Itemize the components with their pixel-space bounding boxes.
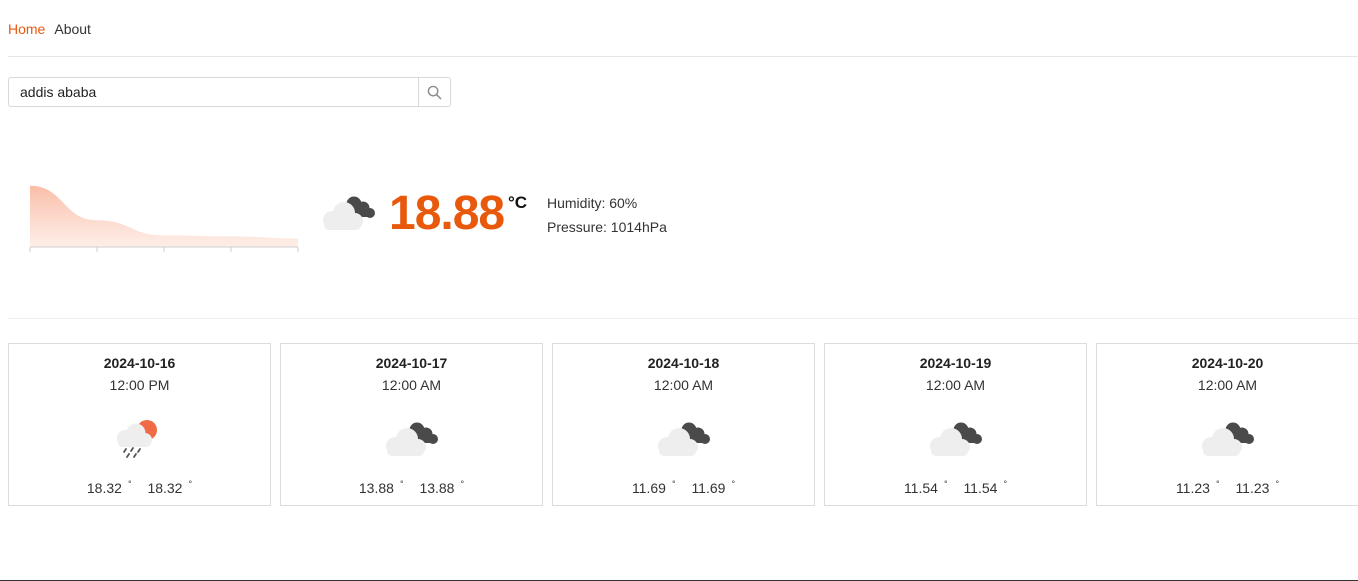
forecast-time: 12:00 AM xyxy=(653,377,714,393)
cloudy-icon xyxy=(1201,422,1254,456)
forecast-list: 2024-10-16 12:00 PM 18.32 ° 18.32 ° 2024… xyxy=(8,343,1358,506)
forecast-card[interactable]: 2024-10-18 12:00 AM 11.69 ° 11.69 ° xyxy=(552,343,815,506)
forecast-time: 12:00 AM xyxy=(1197,377,1258,393)
cloudy-icon xyxy=(323,196,375,230)
forecast-time: 12:00 AM xyxy=(381,377,442,393)
nav-about-link[interactable]: About xyxy=(54,21,91,39)
pressure-value: Pressure: 1014hPa xyxy=(547,219,667,235)
forecast-date: 2024-10-20 xyxy=(1191,355,1264,371)
search-input[interactable] xyxy=(9,78,418,106)
forecast-temps: 11.69 ° 11.69 ° xyxy=(553,479,814,496)
temperature-unit: °C xyxy=(508,193,528,212)
forecast-time: 12:00 AM xyxy=(925,377,986,393)
forecast-card[interactable]: 2024-10-16 12:00 PM 18.32 ° 18.32 ° xyxy=(8,343,271,506)
forecast-temps: 11.23 ° 11.23 ° xyxy=(1097,479,1358,496)
forecast-temp-max: 13.88 ° xyxy=(419,479,465,496)
forecast-temps: 18.32 ° 18.32 ° xyxy=(9,479,270,496)
cloudy-icon xyxy=(657,422,710,456)
forecast-date: 2024-10-19 xyxy=(919,355,992,371)
forecast-temp-min: 18.32 ° xyxy=(86,479,132,496)
forecast-date: 2024-10-18 xyxy=(647,355,720,371)
temperature-trend-chart xyxy=(29,185,299,252)
forecast-temp-max: 18.32 ° xyxy=(147,479,193,496)
search-icon xyxy=(427,85,442,99)
search-button[interactable] xyxy=(418,78,450,106)
nav-home-link[interactable]: Home xyxy=(8,21,45,39)
humidity-value: Humidity: 60% xyxy=(547,195,638,211)
forecast-card[interactable]: 2024-10-20 12:00 AM 11.23 ° 11.23 ° xyxy=(1096,343,1358,506)
forecast-temp-min: 13.88 ° xyxy=(358,479,404,496)
forecast-date: 2024-10-17 xyxy=(375,355,448,371)
nav-divider xyxy=(8,56,1358,57)
section-divider xyxy=(8,318,1358,319)
forecast-card[interactable]: 2024-10-17 12:00 AM 13.88 ° 13.88 ° xyxy=(280,343,543,506)
forecast-temps: 13.88 ° 13.88 ° xyxy=(281,479,542,496)
top-nav: Home About xyxy=(8,21,91,39)
search-bar xyxy=(8,77,451,107)
forecast-temp-min: 11.54 ° xyxy=(903,479,948,496)
forecast-temp-max: 11.69 ° xyxy=(691,479,736,496)
forecast-temp-max: 11.23 ° xyxy=(1235,479,1280,496)
forecast-temps: 11.54 ° 11.54 ° xyxy=(825,479,1086,496)
forecast-card[interactable]: 2024-10-19 12:00 AM 11.54 ° 11.54 ° xyxy=(824,343,1087,506)
current-stats: Humidity: 60% Pressure: 1014hPa xyxy=(547,191,667,239)
cloudy-icon xyxy=(929,422,982,456)
forecast-date: 2024-10-16 xyxy=(103,355,176,371)
forecast-time: 12:00 PM xyxy=(109,377,170,393)
forecast-temp-max: 11.54 ° xyxy=(963,479,1008,496)
cloudy-icon xyxy=(385,422,438,456)
forecast-temp-min: 11.69 ° xyxy=(631,479,676,496)
chart-area-fill xyxy=(30,185,298,247)
current-temperature: 18.88 xyxy=(389,187,505,240)
forecast-temp-min: 11.23 ° xyxy=(1175,479,1220,496)
rain-sun-icon xyxy=(116,420,157,458)
